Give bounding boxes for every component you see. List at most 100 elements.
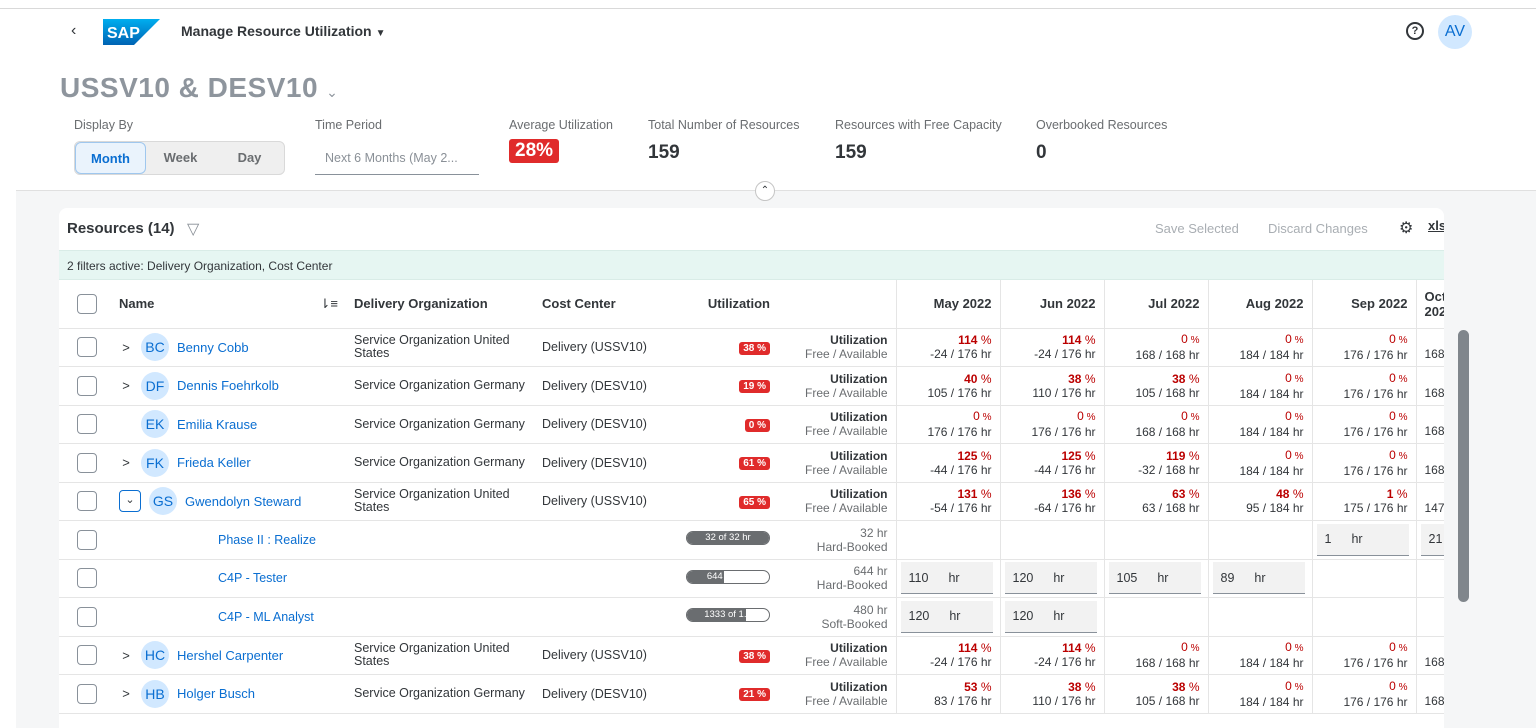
user-avatar[interactable]: AV [1438, 15, 1472, 49]
expand-icon[interactable]: > [119, 378, 133, 393]
month-free: -64 / 176 hr [1034, 501, 1096, 516]
hours-input[interactable]: 120 hr [1004, 600, 1097, 633]
month-utilization: 0 % [1285, 640, 1304, 655]
col-month: May 2022 [895, 280, 1000, 329]
back-icon[interactable]: ‹ [71, 22, 76, 40]
assignment-link[interactable]: Phase II : Realize [218, 533, 316, 547]
resource-name-link[interactable]: Holger Busch [177, 686, 255, 701]
utilization-badge: 38 % [739, 341, 770, 355]
segment-day[interactable]: Day [215, 142, 284, 174]
hours-input[interactable]: 89 hr [1212, 562, 1305, 595]
row-checkbox[interactable] [77, 491, 97, 512]
collapse-header-button[interactable]: ⌃ [755, 181, 775, 201]
app-title-menu[interactable]: Manage Resource Utilization ▼ [181, 23, 386, 39]
month-free: -44 / 176 hr [1034, 462, 1096, 477]
overbooked-label: Overbooked Resources [1036, 118, 1168, 132]
row-checkbox[interactable] [77, 683, 97, 704]
resource-name-link[interactable]: Frieda Keller [177, 455, 251, 470]
row-checkbox[interactable] [77, 568, 97, 589]
table-row[interactable]: > HB Holger Busch Service Organization Germ… [59, 674, 1444, 714]
collapse-row-icon[interactable]: ⌄ [119, 490, 141, 513]
sort-icon[interactable]: ⇂≡ [320, 296, 338, 312]
cost-center: Delivery (DESV10) [534, 405, 676, 444]
table-row[interactable]: > DF Dennis Foehrkolb Service Organization … [59, 366, 1444, 406]
assignment-row[interactable]: C4P - Tester 644 of 2... 644 hr Hard-Booked… [59, 559, 1444, 598]
assignment-row[interactable]: Phase II : Realize 32 of 32 hr 32 hr Hard-B… [59, 520, 1444, 560]
hours-input[interactable]: 120 hr [900, 600, 993, 633]
month-free: 110 / 176 hr [1032, 385, 1096, 400]
assignment-link[interactable]: C4P - ML Analyst [218, 610, 314, 624]
row-checkbox[interactable] [77, 645, 97, 666]
page-title[interactable]: USSV10 & DESV10 ⌄ [60, 72, 338, 104]
hr-unit: hr [1351, 532, 1363, 547]
row-checkbox[interactable] [77, 375, 97, 396]
expand-icon[interactable]: > [119, 455, 133, 470]
hours-input[interactable]: 21 [1420, 523, 1444, 556]
col-cost-center[interactable]: Cost Center [534, 280, 676, 329]
month-utilization: 125 % [1061, 448, 1096, 463]
filter-info-bar: 2 filters active: Delivery Organization,… [59, 250, 1444, 280]
kind-sublabel: Free / Available [805, 693, 888, 708]
utilization-badge: 38 % [739, 649, 770, 663]
segment-month[interactable]: Month [75, 142, 146, 174]
hours-input[interactable]: 120 hr [1004, 562, 1097, 595]
cost-center: Delivery (USSV10) [534, 482, 676, 521]
hours-input[interactable]: 110 hr [900, 562, 993, 595]
booked-hours: 480 hr [853, 602, 888, 617]
time-period-select[interactable]: Next 6 Months (May 2... [315, 141, 479, 175]
table-row[interactable]: ⌄ GS Gwendolyn Steward Service Organization… [59, 482, 1444, 521]
month-utilization: 53 % [964, 679, 992, 694]
assignment-row[interactable]: C4P - ML Analyst 1333 of 1... 480 hr Soft-B… [59, 597, 1444, 637]
month-utilization: 48 % [1276, 487, 1304, 502]
col-delivery-org[interactable]: Delivery Organization [346, 280, 534, 329]
month-utilization: 0 % [1389, 447, 1408, 462]
export-excel-icon[interactable]: xls [1428, 218, 1444, 233]
row-checkbox[interactable] [77, 606, 97, 627]
assignment-link[interactable]: C4P - Tester [218, 571, 287, 585]
segment-week[interactable]: Week [146, 142, 215, 174]
month-free: 168 [1424, 655, 1445, 670]
select-all-checkbox[interactable] [77, 293, 97, 314]
resource-name-link[interactable]: Emilia Krause [177, 417, 257, 432]
save-selected-button[interactable]: Save Selected [1155, 221, 1239, 236]
month-free: 168 / 168 hr [1135, 656, 1200, 671]
discard-changes-button[interactable]: Discard Changes [1268, 221, 1368, 236]
sap-logo: SAP [103, 19, 160, 45]
display-by-segmented[interactable]: Month Week Day [74, 141, 285, 175]
month-free: 176 / 176 hr [927, 425, 992, 440]
table-row[interactable]: > BC Benny Cobb Service Organization United… [59, 328, 1444, 367]
expand-icon[interactable]: > [119, 648, 133, 663]
expand-icon[interactable]: > [119, 340, 133, 355]
table-row[interactable]: EK Emilia Krause Service Organization Germ… [59, 405, 1444, 444]
table-row[interactable]: > HC Hershel Carpenter Service Organization… [59, 636, 1444, 675]
hours-input[interactable]: 1 hr [1316, 523, 1409, 556]
resources-table: Name ⇂≡ Delivery Organization Cost Center… [59, 280, 1444, 714]
row-checkbox[interactable] [77, 529, 97, 550]
col-name[interactable]: Name ⇂≡ [111, 280, 346, 329]
resource-name-link[interactable]: Gwendolyn Steward [185, 494, 301, 509]
kind-label: Utilization [830, 371, 888, 386]
month-utilization: 0 % [1285, 678, 1304, 693]
row-checkbox[interactable] [77, 414, 97, 435]
overbooked-value: 0 [1036, 142, 1047, 163]
resource-name-link[interactable]: Dennis Foehrkolb [177, 378, 279, 393]
utilization-badge: 61 % [739, 457, 770, 471]
display-by-label: Display By [74, 118, 134, 132]
col-utilization[interactable]: Utilization [676, 280, 778, 329]
delivery-org: Service Organization United States [354, 641, 510, 669]
month-free: 176 / 176 hr [1343, 656, 1408, 671]
table-scrollbar[interactable] [1458, 330, 1469, 602]
row-checkbox[interactable] [77, 452, 97, 473]
month-free: 184 / 184 hr [1239, 656, 1304, 671]
hours-input[interactable]: 105 hr [1108, 562, 1201, 595]
resource-name-link[interactable]: Hershel Carpenter [177, 648, 283, 663]
row-checkbox[interactable] [77, 337, 97, 358]
settings-gear-icon[interactable]: ⚙ [1399, 218, 1413, 238]
expand-icon[interactable]: > [119, 686, 133, 701]
month-free: 184 / 184 hr [1239, 386, 1304, 401]
month-utilization: 0 % [1389, 678, 1408, 693]
resource-name-link[interactable]: Benny Cobb [177, 340, 249, 355]
help-icon[interactable]: ? [1406, 22, 1424, 40]
table-row[interactable]: > FK Frieda Keller Service Organization Ger… [59, 443, 1444, 483]
filter-icon[interactable]: ▽ [187, 219, 199, 239]
